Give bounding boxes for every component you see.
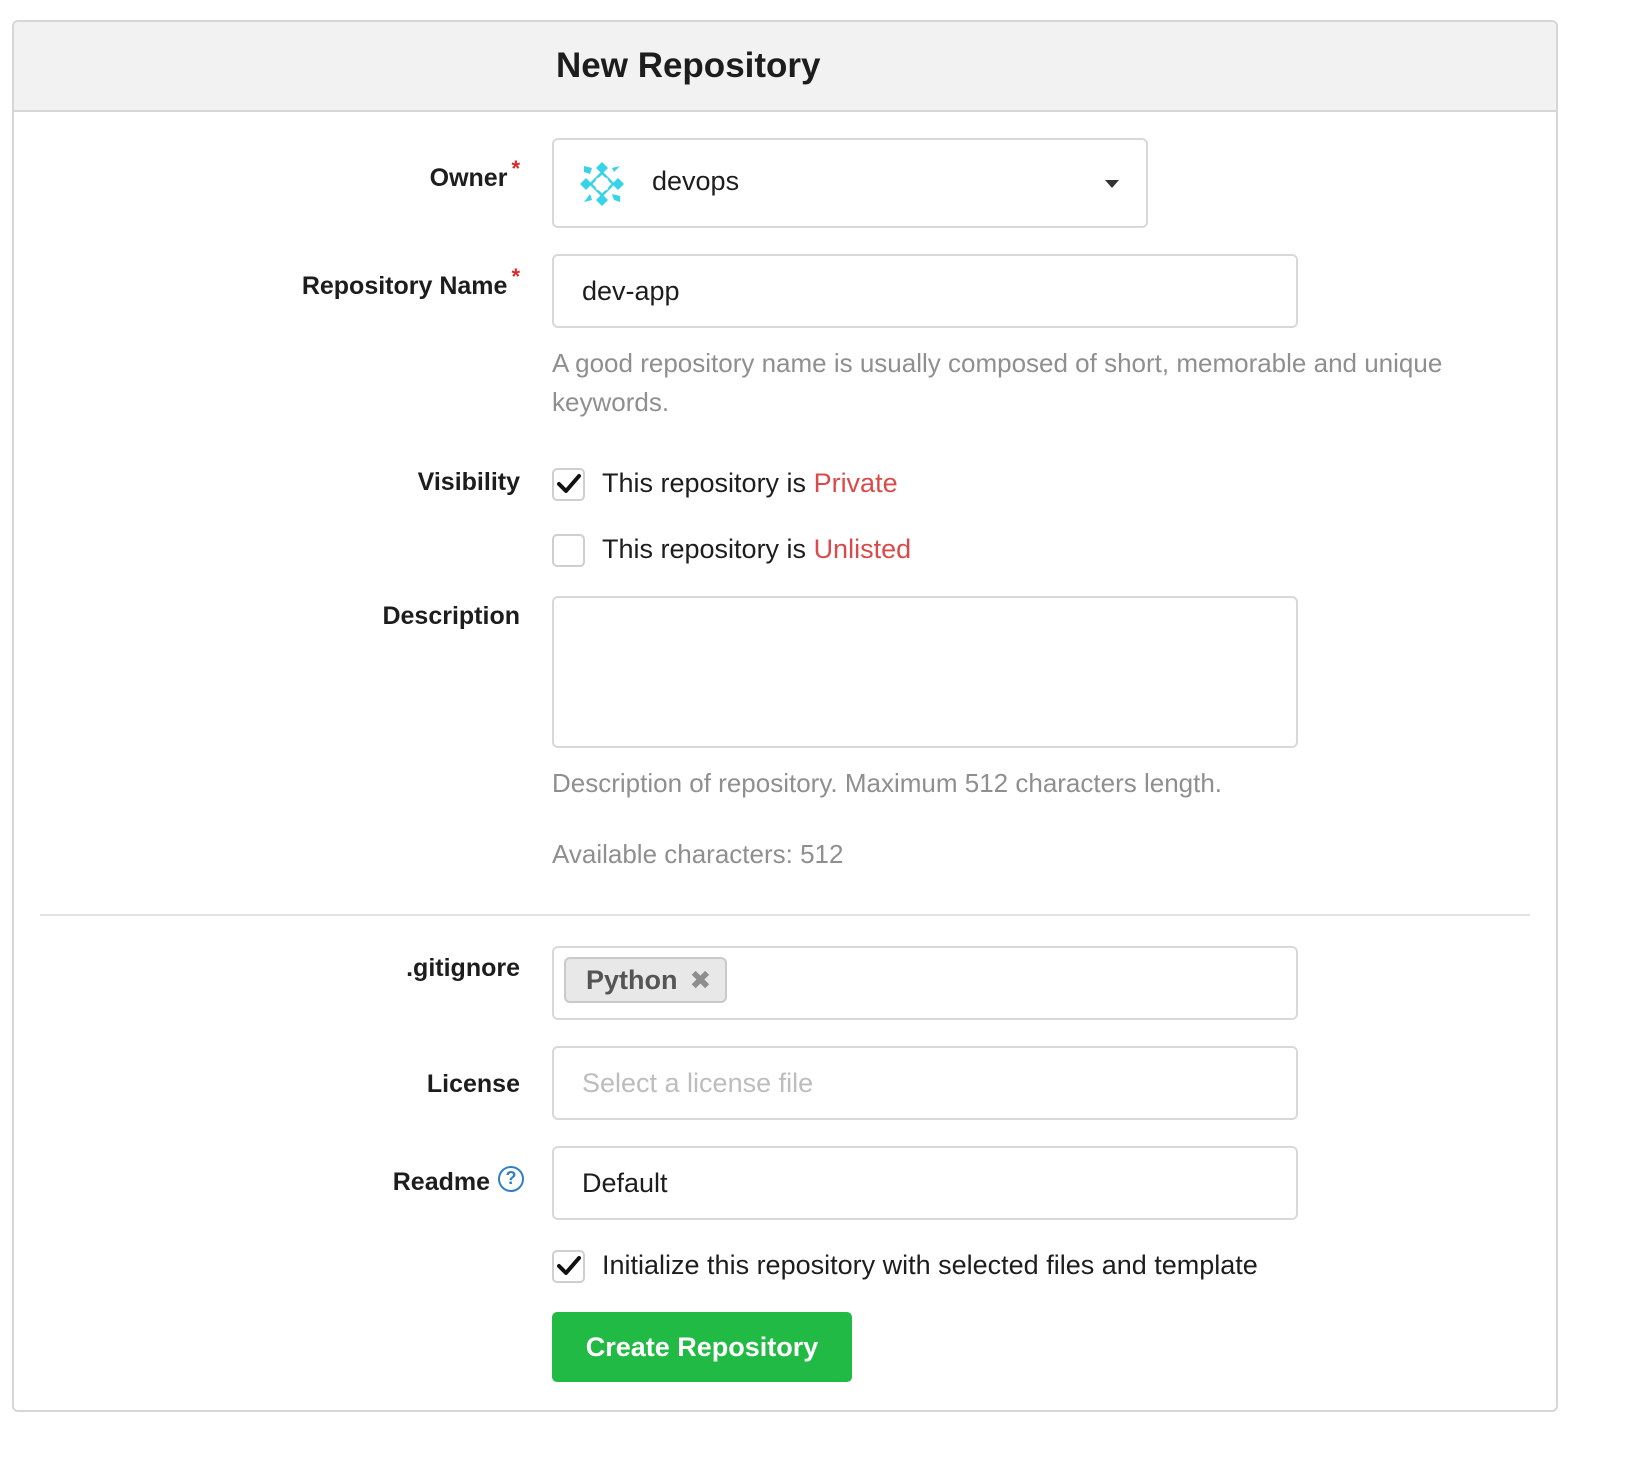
devops-avatar-icon xyxy=(578,160,626,208)
private-checkbox-label[interactable]: This repository is Private xyxy=(602,468,898,499)
new-repository-form: New Repository Owner * devops Repository… xyxy=(12,20,1558,1412)
caret-down-icon xyxy=(1104,176,1120,194)
private-label-accent: Private xyxy=(813,468,898,498)
private-label-prefix: This repository is xyxy=(602,468,814,498)
unlisted-checkbox[interactable] xyxy=(552,534,585,567)
gitignore-select[interactable]: Python ✖ xyxy=(552,946,1298,1020)
visibility-label: Visibility xyxy=(417,468,520,496)
readme-label: Readme? xyxy=(392,1166,524,1197)
unlisted-checkbox-label[interactable]: This repository is Unlisted xyxy=(602,534,911,565)
create-repository-button[interactable]: Create Repository xyxy=(552,1312,852,1382)
description-textarea[interactable] xyxy=(552,596,1298,748)
description-label: Description xyxy=(382,602,520,630)
section-divider xyxy=(40,914,1530,916)
repository-name-help: A good repository name is usually compos… xyxy=(552,348,1443,417)
initialize-checkbox-label[interactable]: Initialize this repository with selected… xyxy=(602,1250,1258,1281)
required-mark: * xyxy=(511,264,520,289)
tag-label: Python xyxy=(586,964,678,995)
license-label: License xyxy=(426,1070,520,1098)
required-mark: * xyxy=(511,156,520,181)
available-characters: Available characters: 512 xyxy=(552,839,844,869)
repository-name-label-text: Repository Name xyxy=(301,272,508,300)
readme-value: Default xyxy=(582,1168,668,1198)
unlisted-label-accent: Unlisted xyxy=(813,534,912,564)
checkmark-icon xyxy=(557,1256,581,1275)
readme-select[interactable]: Default xyxy=(552,1146,1298,1220)
checkmark-icon xyxy=(557,474,581,493)
owner-value: devops xyxy=(652,166,740,196)
private-checkbox[interactable] xyxy=(552,468,585,501)
repository-name-input[interactable]: dev-app xyxy=(552,254,1298,328)
license-placeholder: Select a license file xyxy=(582,1068,814,1098)
question-circle-icon[interactable]: ? xyxy=(498,1166,524,1193)
repository-name-label: Repository Name * xyxy=(301,264,520,301)
initialize-checkbox[interactable] xyxy=(552,1250,585,1283)
owner-label-text: Owner xyxy=(429,164,508,192)
description-help: Description of repository. Maximum 512 c… xyxy=(552,768,1223,798)
owner-dropdown[interactable]: devops xyxy=(552,138,1148,228)
form-header: New Repository xyxy=(14,22,1556,112)
gitignore-label: .gitignore xyxy=(406,954,520,982)
unlisted-label-prefix: This repository is xyxy=(602,534,814,564)
gitignore-tag-python: Python ✖ xyxy=(564,957,728,1003)
license-select[interactable]: Select a license file xyxy=(552,1046,1298,1120)
remove-tag-icon[interactable]: ✖ xyxy=(690,967,712,993)
page-title: New Repository xyxy=(556,46,821,85)
owner-label: Owner * xyxy=(429,156,520,193)
repository-name-value: dev-app xyxy=(582,276,680,306)
readme-label-text: Readme xyxy=(392,1168,490,1196)
